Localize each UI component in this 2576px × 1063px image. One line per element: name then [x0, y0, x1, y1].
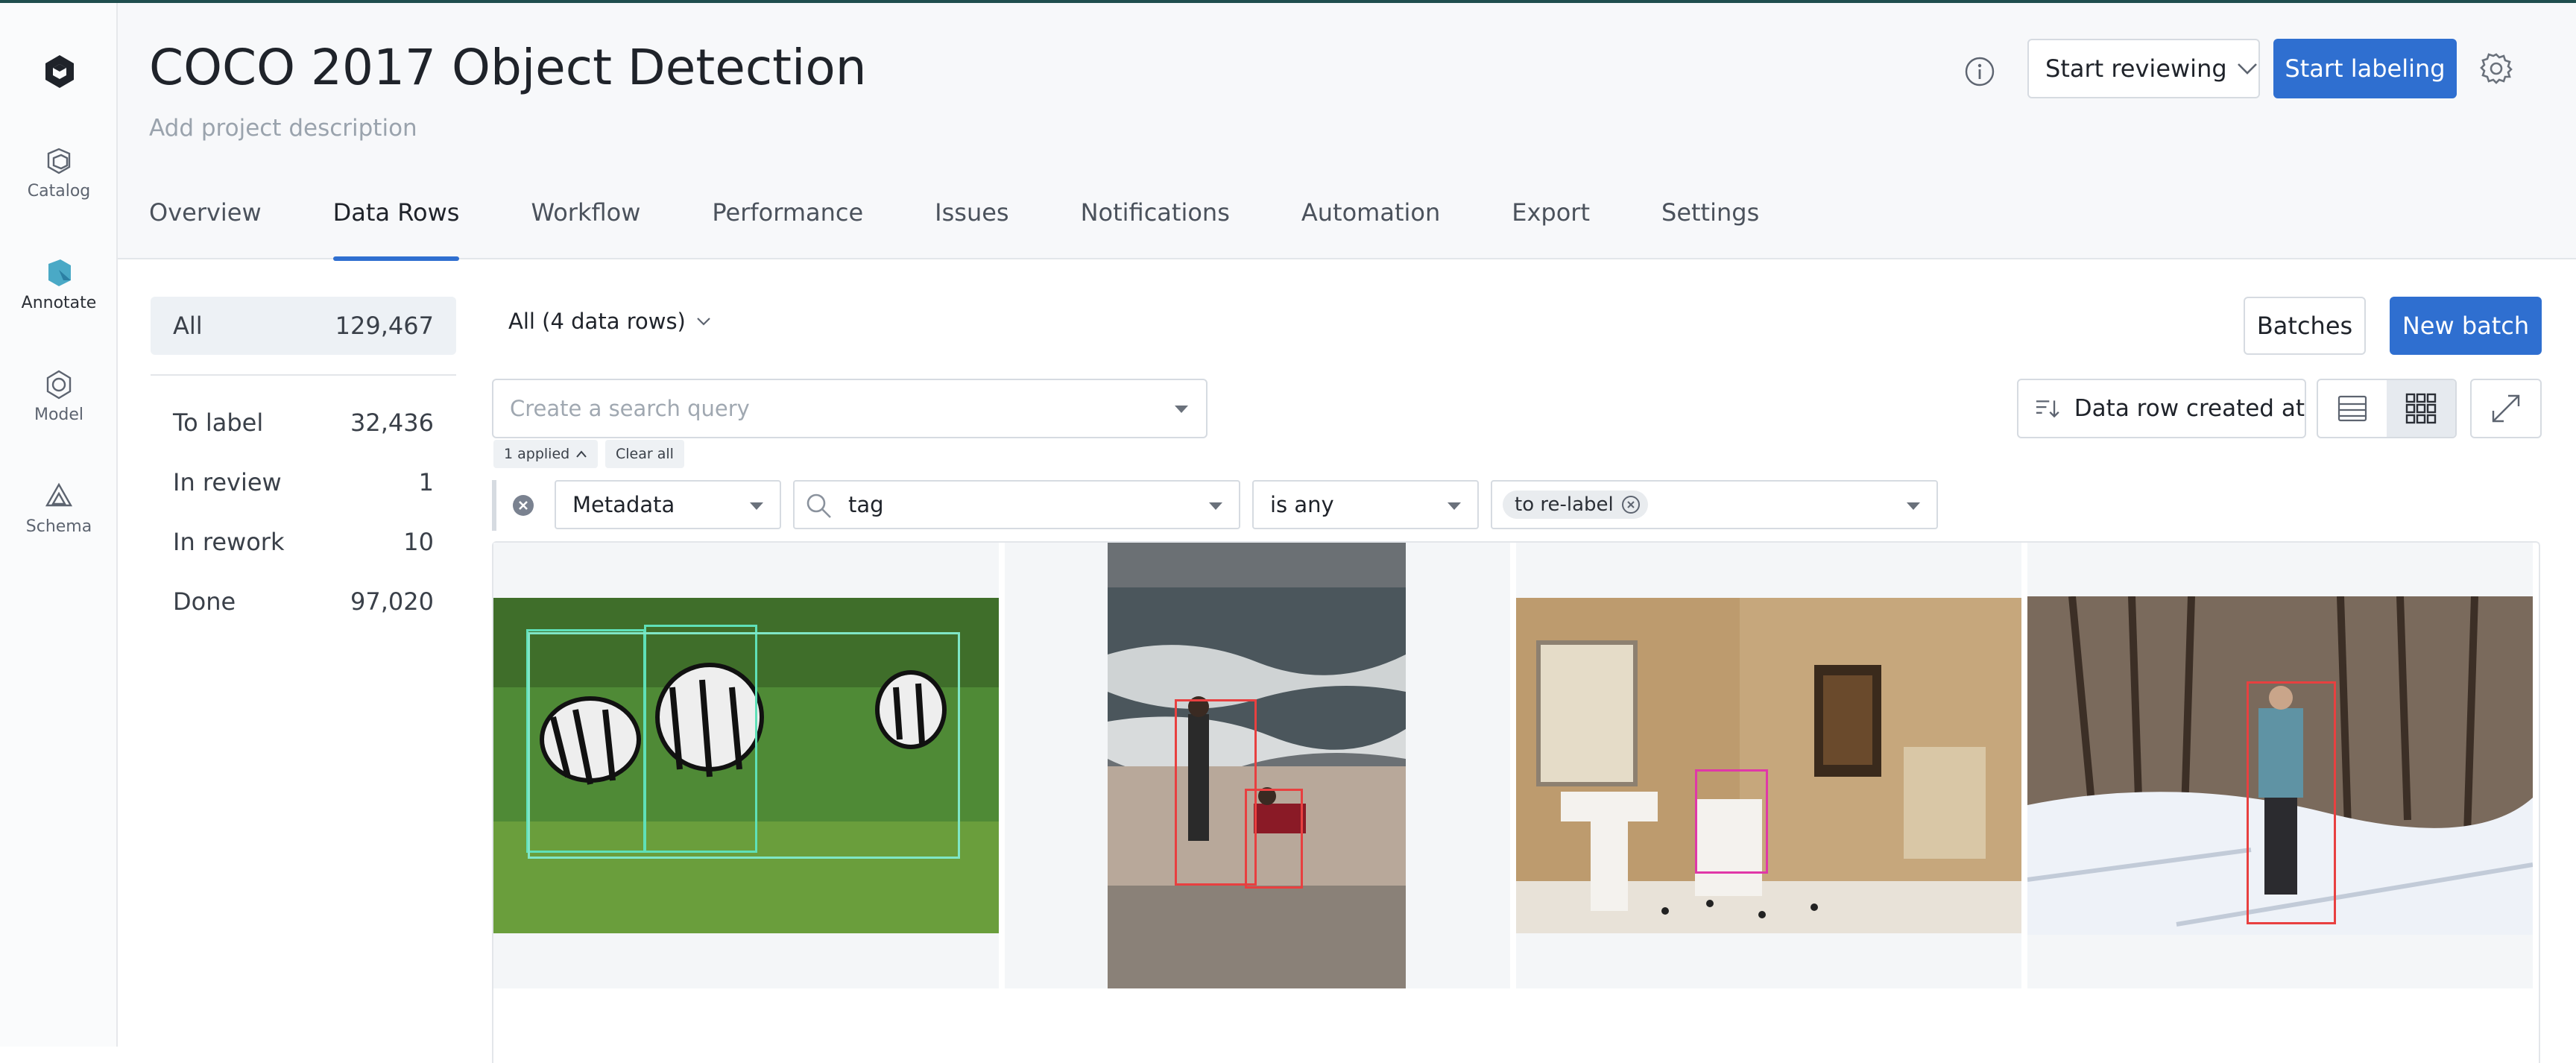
tab-performance[interactable]: Performance: [712, 198, 935, 259]
tab-notifications[interactable]: Notifications: [1081, 198, 1301, 259]
stat-count: 32,436: [350, 409, 434, 437]
nav-label: Annotate: [21, 294, 97, 312]
filter-value-select[interactable]: to re-label: [1491, 480, 1938, 529]
project-header: COCO 2017 Object Detection Add project d…: [118, 3, 2576, 261]
filter-operator-value: is any: [1270, 492, 1334, 517]
nav-catalog[interactable]: Catalog: [0, 143, 118, 201]
search-query-input[interactable]: Create a search query: [492, 379, 1208, 438]
chevron-down-icon: [697, 318, 710, 326]
stat-label: Done: [173, 587, 236, 616]
filter-value-chip: to re-label: [1503, 491, 1648, 519]
nav-model[interactable]: Model: [0, 367, 118, 424]
search-placeholder: Create a search query: [510, 396, 750, 421]
left-nav-rail: Catalog Annotate Model Schema: [0, 3, 118, 1047]
thumbnail-card[interactable]: [493, 543, 999, 988]
stat-count: 129,467: [335, 312, 434, 340]
stat-in-rework[interactable]: In rework 10: [151, 513, 456, 571]
tab-workflow[interactable]: Workflow: [531, 198, 712, 259]
labelbox-logo-icon[interactable]: [43, 54, 76, 89]
start-labeling-button[interactable]: Start labeling: [2273, 39, 2457, 98]
tab-settings[interactable]: Settings: [1661, 198, 1831, 259]
thumbnail-image: [1516, 598, 2021, 933]
stat-all[interactable]: All 129,467: [151, 297, 456, 355]
nav-label: Schema: [25, 517, 92, 536]
nav-annotate[interactable]: Annotate: [0, 255, 118, 312]
chip-remove-icon[interactable]: [1621, 495, 1641, 514]
project-description[interactable]: Add project description: [149, 115, 417, 142]
list-view-button[interactable]: [2318, 380, 2387, 437]
gear-icon[interactable]: [2479, 51, 2513, 85]
model-icon: [46, 370, 72, 400]
stat-count: 97,020: [350, 587, 434, 616]
stat-label: In review: [173, 468, 282, 496]
sort-button[interactable]: Data row created at: [2017, 379, 2306, 438]
start-reviewing-button[interactable]: Start reviewing: [2027, 39, 2260, 98]
applied-count: 1 applied: [504, 446, 570, 462]
bounding-box: [1695, 769, 1768, 874]
expand-button[interactable]: [2470, 379, 2542, 438]
stat-label: All: [173, 312, 203, 340]
view-toggle: [2317, 379, 2457, 438]
batches-button[interactable]: Batches: [2244, 297, 2366, 355]
caret-down-icon[interactable]: [1173, 404, 1190, 414]
new-batch-button[interactable]: New batch: [2390, 297, 2542, 355]
stat-label: In rework: [173, 528, 285, 556]
tab-export[interactable]: Export: [1512, 198, 1661, 259]
bounding-box: [528, 632, 960, 859]
tab-issues[interactable]: Issues: [935, 198, 1080, 259]
thumbnail-card[interactable]: [2027, 543, 2533, 988]
chevron-down-icon: [2237, 63, 2257, 75]
filter-group-bar: [492, 480, 496, 531]
filter-key-value: tag: [848, 492, 884, 517]
sort-icon: [2036, 400, 2059, 418]
chevron-up-icon: [576, 450, 587, 458]
remove-filter-icon[interactable]: [511, 493, 535, 517]
project-tabs: Overview Data Rows Workflow Performance …: [149, 198, 1831, 261]
thumbnail-image: [1108, 543, 1406, 988]
list-view-icon: [2337, 395, 2367, 422]
expand-icon: [2492, 394, 2520, 423]
stat-to-label[interactable]: To label 32,436: [151, 394, 456, 452]
scope-label: All (4 data rows): [508, 309, 686, 334]
grid-view-icon: [2405, 393, 2437, 424]
catalog-icon: [47, 148, 71, 174]
tab-overview[interactable]: Overview: [149, 198, 333, 259]
data-rows-scope-dropdown[interactable]: All (4 data rows): [508, 309, 711, 334]
schema-icon: [45, 482, 73, 507]
filter-key-select[interactable]: tag: [793, 480, 1240, 529]
project-title[interactable]: COCO 2017 Object Detection: [149, 39, 867, 96]
search-icon: [806, 493, 831, 518]
applied-filters-toggle[interactable]: 1 applied: [493, 440, 599, 468]
stat-label: To label: [173, 409, 264, 437]
start-reviewing-label: Start reviewing: [2045, 54, 2227, 83]
tab-data-rows[interactable]: Data Rows: [332, 198, 531, 261]
caret-down-icon: [1907, 502, 1920, 510]
bounding-box: [2247, 681, 2336, 924]
thumbnail-card[interactable]: [1005, 543, 1510, 988]
info-icon[interactable]: [1963, 55, 1996, 88]
caret-down-icon: [1448, 502, 1461, 510]
caret-down-icon: [750, 502, 763, 510]
sort-label: Data row created at: [2074, 395, 2305, 422]
bounding-box: [1245, 789, 1303, 889]
stat-count: 1: [418, 468, 434, 496]
nav-label: Model: [34, 406, 84, 424]
thumbnail-card[interactable]: [1516, 543, 2021, 988]
clear-all-button[interactable]: Clear all: [605, 440, 684, 468]
tab-automation[interactable]: Automation: [1301, 198, 1512, 259]
stat-in-review[interactable]: In review 1: [151, 453, 456, 511]
nav-schema[interactable]: Schema: [0, 479, 118, 536]
filter-value-text: to re-label: [1515, 493, 1614, 516]
stat-count: 10: [403, 528, 434, 556]
stats-divider: [151, 374, 456, 376]
stat-done[interactable]: Done 97,020: [151, 572, 456, 631]
filter-field-select[interactable]: Metadata: [555, 480, 781, 529]
grid-view-button[interactable]: [2387, 380, 2455, 437]
nav-label: Catalog: [27, 182, 91, 201]
annotate-icon: [48, 259, 71, 286]
filter-operator-select[interactable]: is any: [1252, 480, 1479, 529]
caret-down-icon: [1209, 502, 1222, 510]
filter-field-value: Metadata: [572, 492, 675, 517]
